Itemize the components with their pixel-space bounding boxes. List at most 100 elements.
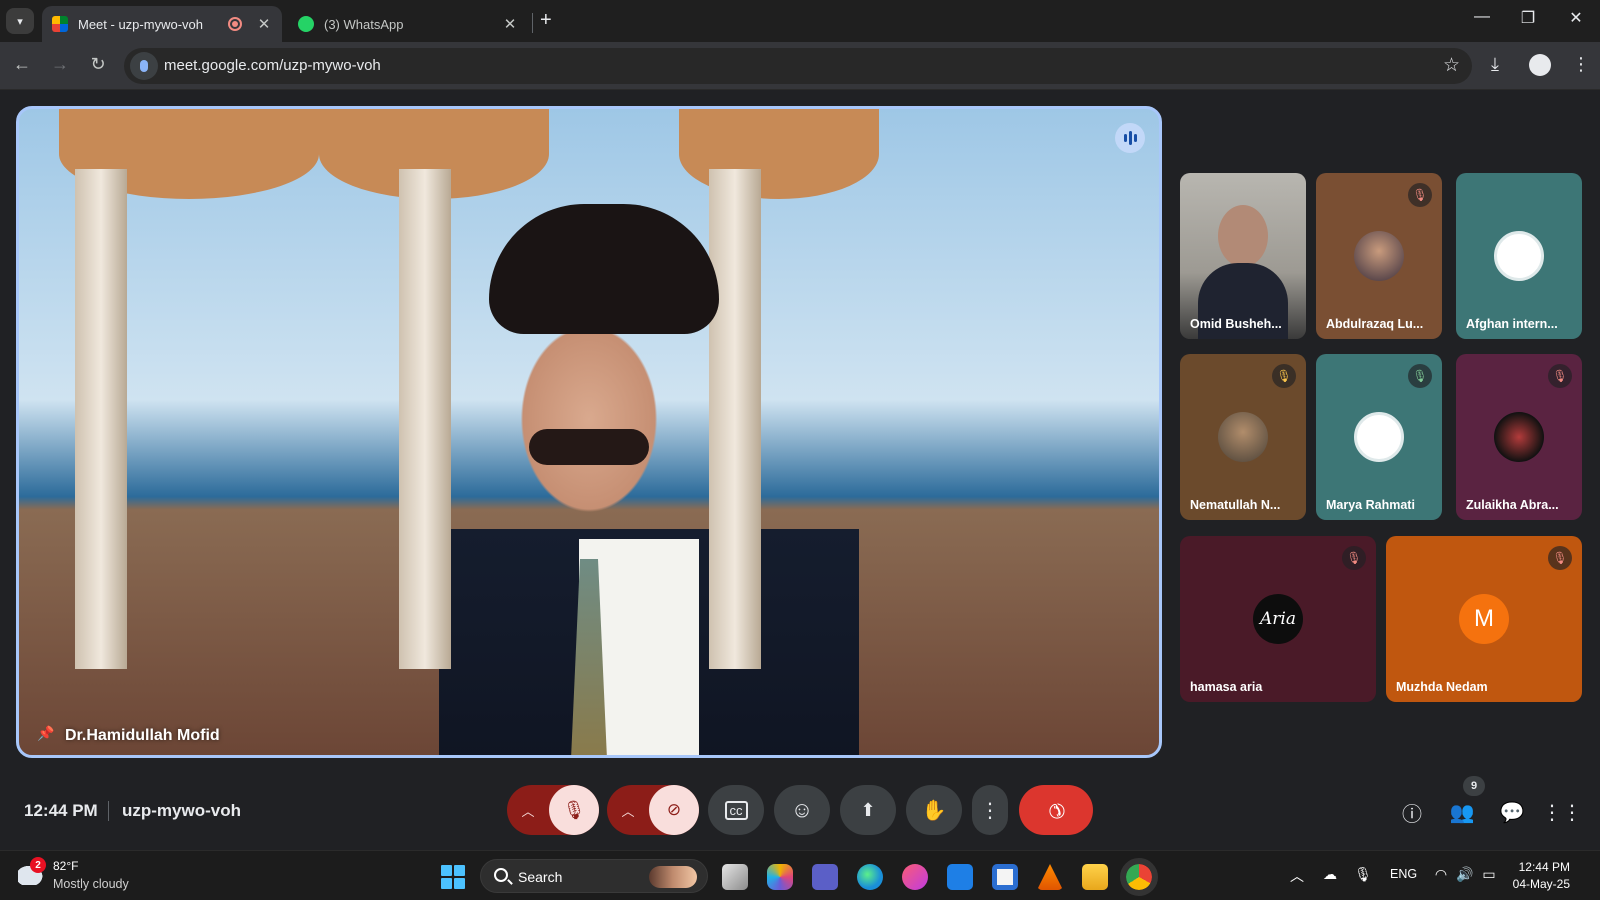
new-tab-button[interactable]: + bbox=[540, 9, 552, 32]
background-pillar bbox=[709, 169, 761, 669]
camera-options-chevron-icon[interactable]: ︿ bbox=[607, 801, 649, 820]
present-screen-button[interactable]: ⬆ bbox=[840, 785, 896, 835]
participant-tile[interactable]: 🎙 Marya Rahmati bbox=[1316, 354, 1442, 520]
participant-tile[interactable]: Afghan intern... bbox=[1456, 173, 1582, 339]
speaker-name: Dr.Hamidullah Mofid bbox=[65, 727, 220, 744]
close-window-button[interactable]: ✕ bbox=[1556, 8, 1596, 28]
task-view-icon[interactable] bbox=[722, 864, 748, 890]
reload-button[interactable]: ↻ bbox=[86, 54, 110, 75]
activities-grid-icon[interactable]: ⋮⋮ bbox=[1542, 800, 1582, 824]
bookmark-star-icon[interactable]: ☆ bbox=[1443, 54, 1460, 77]
participant-name: Zulaikha Abra... bbox=[1466, 498, 1559, 512]
emoji-icon: ☺ bbox=[790, 797, 814, 822]
org-logo-avatar bbox=[1494, 231, 1544, 281]
site-mic-permission-icon[interactable] bbox=[130, 52, 158, 80]
browser-toolbar: ← → ↻ meet.google.com/uzp-mywo-voh ☆ ⤓ ⋮ bbox=[0, 42, 1600, 90]
volume-icon[interactable]: 🔊 bbox=[1456, 866, 1474, 884]
taskbar-search-box[interactable]: Search bbox=[480, 859, 708, 893]
system-clock[interactable]: 12:44 PM 04-May-25 bbox=[1513, 859, 1570, 893]
participant-avatar bbox=[1354, 231, 1404, 281]
google-meet-favicon-icon bbox=[52, 16, 68, 32]
hang-up-icon: ✆ bbox=[1041, 795, 1070, 824]
browser-tab-strip: ▾ Meet - uzp-mywo-voh ✕ (3) WhatsApp ✕ +… bbox=[0, 0, 1600, 42]
camera-off-icon: ⊘ bbox=[666, 800, 682, 819]
taskbar-search-label: Search bbox=[518, 869, 563, 885]
mic-muted-icon: 🎙 bbox=[1548, 364, 1572, 388]
minimize-button[interactable]: — bbox=[1462, 8, 1502, 26]
tab-separator bbox=[532, 13, 533, 33]
participant-tile[interactable]: 🎙 Nematullah N... bbox=[1180, 354, 1306, 520]
windows-taskbar: 2 82°F Mostly cloudy Search ︿ ☁ 🎙 ENG ◠ … bbox=[0, 850, 1600, 900]
battery-icon[interactable]: ▭ bbox=[1480, 866, 1498, 884]
restore-button[interactable]: ❐ bbox=[1508, 8, 1548, 28]
people-count-badge: 9 bbox=[1463, 776, 1485, 796]
teams-icon[interactable] bbox=[812, 864, 838, 890]
main-speaker-tile[interactable]: 📌 Dr.Hamidullah Mofid bbox=[16, 106, 1162, 758]
weather-description[interactable]: Mostly cloudy bbox=[53, 877, 129, 891]
tab-whatsapp[interactable]: (3) WhatsApp ✕ bbox=[288, 6, 528, 42]
camera-toggle-button[interactable]: ⊘ bbox=[649, 785, 699, 835]
onedrive-offline-icon[interactable]: ☁ bbox=[1321, 866, 1339, 884]
captions-icon: cc bbox=[724, 800, 748, 820]
mic-options-chevron-icon[interactable]: ︿ bbox=[507, 801, 549, 820]
pin-icon[interactable]: 📌 bbox=[37, 725, 54, 743]
forward-button[interactable]: → bbox=[48, 54, 72, 75]
microphone-in-use-icon[interactable]: 🎙 bbox=[1354, 866, 1372, 884]
address-bar[interactable]: meet.google.com/uzp-mywo-voh ☆ bbox=[124, 48, 1472, 84]
tab-meet[interactable]: Meet - uzp-mywo-voh ✕ bbox=[42, 6, 282, 42]
windows-start-icon[interactable] bbox=[441, 865, 465, 889]
participant-initial-avatar: M bbox=[1459, 594, 1509, 644]
url-text[interactable]: meet.google.com/uzp-mywo-voh bbox=[164, 57, 381, 74]
language-indicator[interactable]: ENG bbox=[1390, 867, 1417, 881]
speaker-tie bbox=[571, 559, 607, 755]
participant-tile[interactable]: 🎙 Aria hamasa aria bbox=[1180, 536, 1376, 702]
tab-close-icon[interactable]: ✕ bbox=[502, 15, 518, 33]
download-icon[interactable]: ⤓ bbox=[1491, 54, 1499, 75]
vlc-icon[interactable] bbox=[1037, 864, 1063, 890]
itunes-icon[interactable] bbox=[902, 864, 928, 890]
app-window-icon[interactable] bbox=[992, 864, 1018, 890]
participant-name: hamasa aria bbox=[1190, 680, 1263, 694]
app-shield-icon[interactable] bbox=[947, 864, 973, 890]
chrome-icon[interactable] bbox=[1120, 858, 1158, 896]
more-options-button[interactable]: ⋮ bbox=[972, 785, 1008, 835]
background-pillar bbox=[75, 169, 127, 669]
participant-name: Afghan intern... bbox=[1466, 317, 1558, 331]
tab-search-chevron-icon[interactable]: ▾ bbox=[6, 8, 34, 34]
edge-icon[interactable] bbox=[857, 864, 883, 890]
participant-tile[interactable]: Omid Busheh... bbox=[1180, 173, 1306, 339]
captions-button[interactable]: cc bbox=[708, 785, 764, 835]
participant-name: Abdulrazaq Lu... bbox=[1326, 317, 1424, 331]
profile-avatar-icon[interactable] bbox=[1529, 54, 1551, 76]
speaker-hair bbox=[489, 204, 719, 334]
copilot-icon[interactable] bbox=[767, 864, 793, 890]
mic-muted-icon: 🎙 bbox=[1408, 364, 1432, 388]
reactions-button[interactable]: ☺ bbox=[774, 785, 830, 835]
meeting-details-info-icon[interactable]: ⓘ bbox=[1400, 800, 1424, 826]
weather-temperature[interactable]: 82°F bbox=[53, 859, 78, 873]
wifi-icon[interactable]: ◠ bbox=[1432, 866, 1450, 884]
browser-menu-icon[interactable]: ⋮ bbox=[1572, 54, 1590, 75]
leave-call-button[interactable]: ✆ bbox=[1019, 785, 1093, 835]
people-icon[interactable]: 👥 bbox=[1450, 800, 1475, 824]
speaking-indicator-icon bbox=[1115, 123, 1145, 153]
participant-tile[interactable]: 🎙 M Muzhda Nedam bbox=[1386, 536, 1582, 702]
recording-indicator-icon bbox=[228, 17, 242, 31]
tray-overflow-chevron-icon[interactable]: ︿ bbox=[1288, 866, 1306, 884]
tab-close-icon[interactable]: ✕ bbox=[256, 15, 272, 33]
present-icon: ⬆ bbox=[860, 799, 876, 820]
chat-icon[interactable]: 💬 bbox=[1500, 800, 1525, 824]
camera-control-group: ︿ ⊘ bbox=[607, 785, 699, 835]
participant-avatar bbox=[1218, 412, 1268, 462]
mic-toggle-button[interactable]: 🎙 bbox=[549, 785, 599, 835]
participant-tile[interactable]: 🎙 Zulaikha Abra... bbox=[1456, 354, 1582, 520]
back-button[interactable]: ← bbox=[10, 54, 34, 75]
meeting-clock: 12:44 PM bbox=[24, 801, 98, 820]
background-pillar bbox=[399, 169, 451, 669]
mic-muted-icon: 🎙 bbox=[1342, 546, 1366, 570]
participant-name: Omid Busheh... bbox=[1190, 317, 1282, 331]
whatsapp-favicon-icon bbox=[298, 16, 314, 32]
file-explorer-icon[interactable] bbox=[1082, 864, 1108, 890]
raise-hand-button[interactable]: ✋ bbox=[906, 785, 962, 835]
participant-tile[interactable]: 🎙 Abdulrazaq Lu... bbox=[1316, 173, 1442, 339]
